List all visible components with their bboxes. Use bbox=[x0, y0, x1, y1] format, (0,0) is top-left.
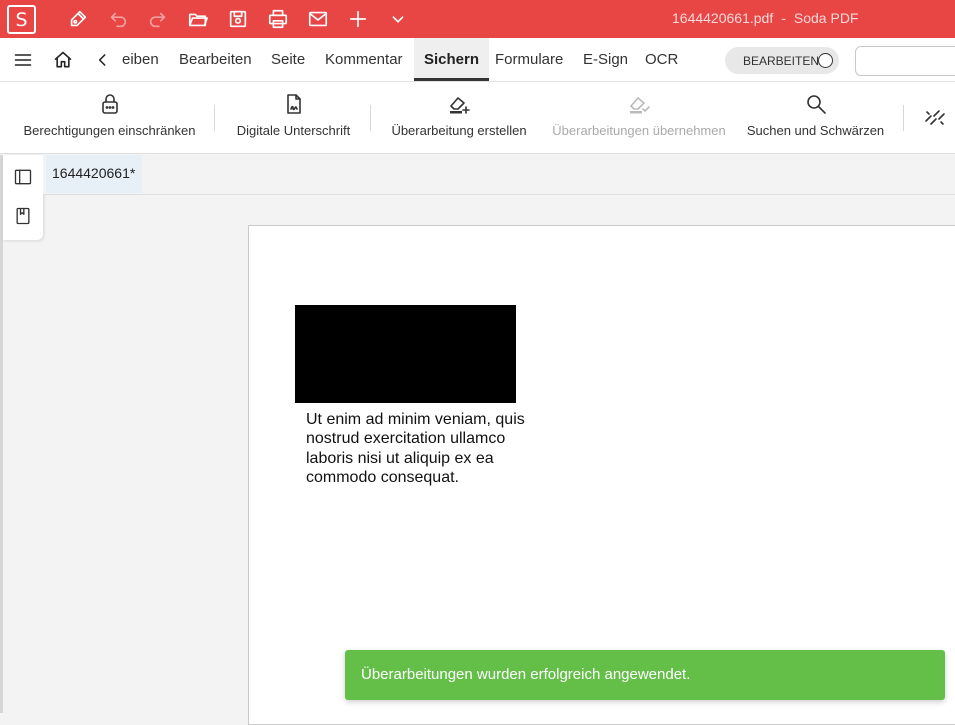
open-folder-icon[interactable] bbox=[186, 7, 210, 31]
file-name: 1644420661.pdf bbox=[672, 10, 774, 26]
tab-sichern[interactable]: Sichern bbox=[414, 38, 490, 81]
search-and-redact-label: Suchen und Schwärzen bbox=[746, 123, 885, 138]
document-tab-bar: 1644420661* bbox=[43, 155, 955, 195]
menu-tab-bar: eiben Bearbeiten Seite Kommentar Sichern… bbox=[0, 38, 955, 82]
app-logo-letter: S bbox=[15, 8, 28, 31]
home-icon[interactable] bbox=[52, 49, 74, 71]
search-input[interactable] bbox=[855, 46, 955, 76]
window-title: 1644420661.pdf - Soda PDF bbox=[672, 10, 858, 26]
page-paragraph: Ut enim ad minim veniam, quis nostrud ex… bbox=[306, 411, 525, 486]
restrict-permissions-button[interactable]: Berechtigungen einschränken bbox=[23, 82, 196, 154]
redaction-block[interactable] bbox=[295, 305, 516, 403]
signature-document-icon bbox=[286, 94, 301, 114]
panel-toggle-icon[interactable] bbox=[13, 167, 33, 187]
tab-ocr[interactable]: OCR bbox=[645, 38, 678, 81]
edit-toggle-label: BEARBEITEN bbox=[743, 53, 820, 68]
ribbon-toolbar: Berechtigungen einschränken Digitale Unt… bbox=[0, 82, 955, 154]
mail-icon[interactable] bbox=[306, 7, 330, 31]
apply-redactions-button[interactable]: Überarbeitungen übernehmen bbox=[552, 82, 726, 154]
tab-kommentar[interactable]: Kommentar bbox=[325, 38, 403, 81]
tab-unterschreiben[interactable]: eiben bbox=[122, 38, 159, 81]
print-icon[interactable] bbox=[266, 7, 290, 31]
digital-signature-label: Digitale Unterschrift bbox=[236, 123, 351, 138]
search-and-redact-button[interactable]: Suchen und Schwärzen bbox=[746, 82, 885, 154]
chevron-left-icon[interactable] bbox=[92, 49, 114, 71]
search-icon bbox=[806, 95, 826, 114]
hamburger-menu-icon[interactable] bbox=[12, 49, 34, 71]
plus-icon[interactable] bbox=[346, 7, 370, 31]
eraser-check-icon bbox=[630, 97, 650, 114]
toggle-knob bbox=[818, 53, 833, 68]
create-redaction-label: Überarbeitung erstellen bbox=[391, 123, 527, 138]
broken-link-icon bbox=[925, 110, 945, 125]
undo-icon[interactable] bbox=[106, 7, 130, 31]
success-toast: Überarbeitungen wurden erfolgreich angew… bbox=[345, 650, 945, 700]
document-tab[interactable]: 1644420661* bbox=[46, 155, 142, 193]
title-bar: S 1644420661.pdf - Soda PDF bbox=[0, 0, 955, 38]
tab-bearbeiten[interactable]: Bearbeiten bbox=[179, 38, 252, 81]
create-redaction-button[interactable]: Überarbeitung erstellen bbox=[391, 82, 527, 154]
tab-seite[interactable]: Seite bbox=[271, 38, 305, 81]
edit-mode-toggle[interactable]: BEARBEITEN bbox=[725, 47, 839, 74]
app-logo[interactable]: S bbox=[7, 5, 36, 34]
apply-redactions-label: Überarbeitungen übernehmen bbox=[552, 123, 726, 138]
bookmark-icon[interactable] bbox=[13, 206, 33, 226]
restrict-permissions-label: Berechtigungen einschränken bbox=[23, 123, 196, 138]
tab-formulare[interactable]: Formulare bbox=[495, 38, 563, 81]
save-icon[interactable] bbox=[226, 7, 250, 31]
app-name: Soda PDF bbox=[793, 10, 859, 26]
redo-icon[interactable] bbox=[146, 7, 170, 31]
remove-signature-button[interactable] bbox=[921, 82, 949, 154]
ribbon-divider bbox=[370, 105, 371, 131]
side-panel-rail bbox=[3, 155, 43, 240]
ribbon-divider bbox=[214, 105, 215, 131]
tab-e-sign[interactable]: E-Sign bbox=[583, 38, 628, 81]
digital-signature-button[interactable]: Digitale Unterschrift bbox=[236, 82, 351, 154]
eraser-add-icon bbox=[450, 97, 470, 114]
pen-icon[interactable] bbox=[66, 7, 90, 31]
chevron-down-icon[interactable] bbox=[386, 7, 410, 31]
lock-icon bbox=[101, 94, 118, 114]
ribbon-divider bbox=[903, 105, 904, 131]
title-separator: - bbox=[781, 10, 786, 26]
